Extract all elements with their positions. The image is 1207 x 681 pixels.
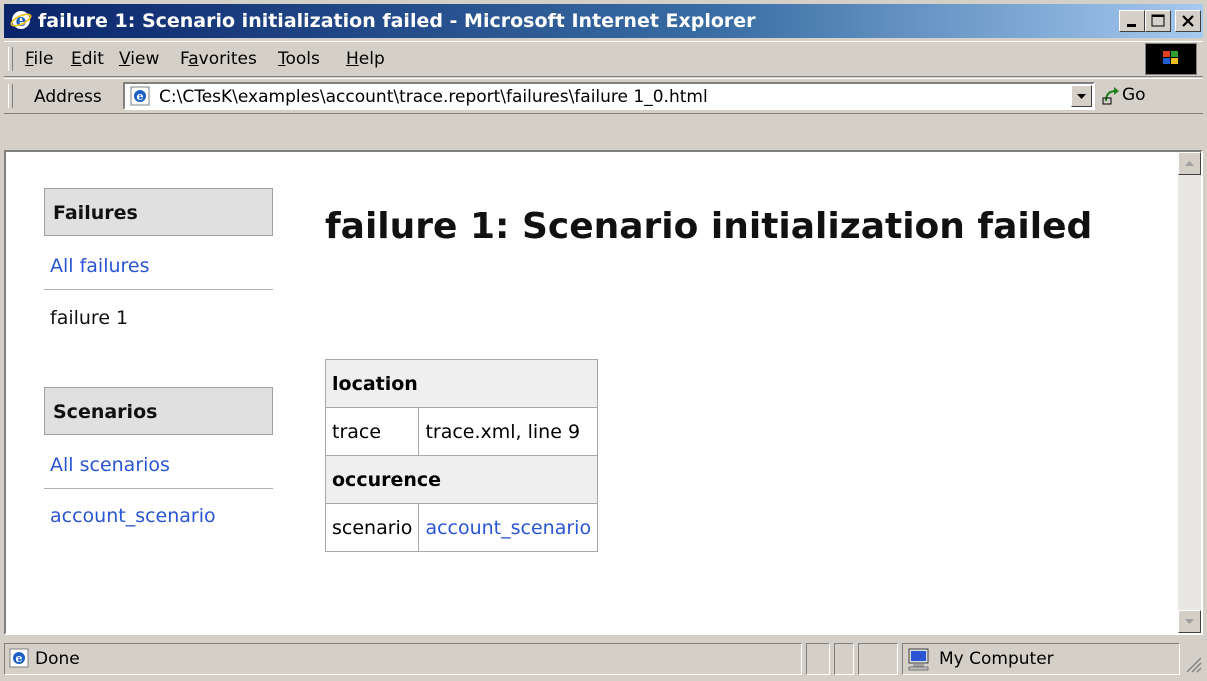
svg-text:e: e [16, 652, 23, 665]
occurence-heading: occurence [324, 455, 599, 504]
menu-edit[interactable]: Edit [71, 49, 104, 69]
status-panel [806, 643, 830, 675]
my-computer-icon [906, 647, 932, 676]
menu-help[interactable]: Help [346, 49, 385, 69]
ie-logo-icon: e [10, 9, 32, 31]
page-title: failure 1: Scenario initialization faile… [325, 206, 1093, 247]
window-title: failure 1: Scenario initialization faile… [38, 10, 756, 32]
resize-grip-icon[interactable] [1184, 655, 1202, 678]
page-icon: e [129, 86, 153, 111]
close-button[interactable] [1175, 10, 1201, 32]
scenarios-heading: Scenarios [44, 387, 273, 435]
go-arrow-icon[interactable] [1102, 84, 1122, 111]
divider [44, 488, 273, 489]
all-failures-link[interactable]: All failures [50, 255, 150, 277]
chevron-down-icon [1077, 94, 1086, 99]
ie-window: e failure 1: Scenario initialization fai… [0, 0, 1207, 681]
toolbar-grip[interactable] [8, 47, 13, 71]
address-label: Address [34, 87, 102, 107]
report-page: Failures All failures failure 1 Scenario… [6, 152, 1166, 633]
current-failure-item: failure 1 [50, 307, 129, 329]
minimize-button[interactable] [1119, 10, 1145, 32]
svg-text:e: e [137, 90, 144, 103]
scenario-link[interactable]: account_scenario [50, 505, 216, 527]
address-dropdown-button[interactable] [1071, 85, 1092, 107]
menu-file[interactable]: File [25, 49, 53, 69]
table-row: scenario account_scenario [324, 503, 599, 552]
menu-bar: File Edit View Favorites Tools Help [4, 41, 1203, 77]
close-icon [1182, 15, 1194, 27]
scroll-down-button[interactable] [1178, 610, 1201, 633]
table-row: trace trace.xml, line 9 [324, 407, 599, 456]
menu-view[interactable]: View [119, 49, 159, 69]
scenario-label: scenario [324, 503, 420, 552]
failure-info-table: location trace trace.xml, line 9 occuren… [324, 359, 599, 552]
scenario-value-link[interactable]: account_scenario [425, 517, 591, 539]
address-value: C:\CTesK\examples\account\trace.report\f… [159, 87, 708, 107]
go-button[interactable]: Go [1122, 85, 1146, 105]
security-zone-panel: My Computer [902, 643, 1180, 675]
trace-value: trace.xml, line 9 [418, 407, 599, 456]
toolbar-grip[interactable] [8, 84, 13, 108]
vertical-scrollbar[interactable] [1178, 152, 1201, 633]
menu-favorites[interactable]: Favorites [180, 49, 257, 69]
address-input[interactable]: e C:\CTesK\examples\account\trace.report… [123, 82, 1095, 110]
status-panel [858, 643, 898, 675]
all-scenarios-link[interactable]: All scenarios [50, 454, 170, 476]
scroll-up-icon [1185, 161, 1194, 166]
menu-tools[interactable]: Tools [278, 49, 320, 69]
address-bar: Address e C:\CTesK\examples\account\trac… [4, 78, 1203, 114]
failures-heading: Failures [44, 188, 273, 236]
zone-text: My Computer [939, 649, 1054, 669]
scenario-value-cell: account_scenario [418, 503, 599, 552]
scroll-up-button[interactable] [1178, 152, 1201, 175]
browser-viewport[interactable]: Failures All failures failure 1 Scenario… [4, 150, 1203, 635]
status-panel [834, 643, 854, 675]
minimize-icon [1127, 24, 1136, 27]
location-heading: location [324, 359, 599, 408]
divider [44, 289, 273, 290]
table-row: occurence [324, 455, 599, 504]
status-main-panel: e Done [4, 643, 802, 675]
scroll-down-icon [1185, 619, 1194, 624]
status-bar: e Done My Computer [4, 642, 1203, 678]
page-done-icon: e [9, 648, 31, 675]
windows-flag-icon [1145, 43, 1197, 75]
maximize-icon [1151, 14, 1165, 27]
status-text: Done [35, 649, 80, 669]
maximize-button[interactable] [1145, 10, 1171, 32]
table-row: location [324, 359, 599, 408]
title-bar[interactable]: e failure 1: Scenario initialization fai… [4, 4, 1203, 38]
trace-label: trace [324, 407, 420, 456]
